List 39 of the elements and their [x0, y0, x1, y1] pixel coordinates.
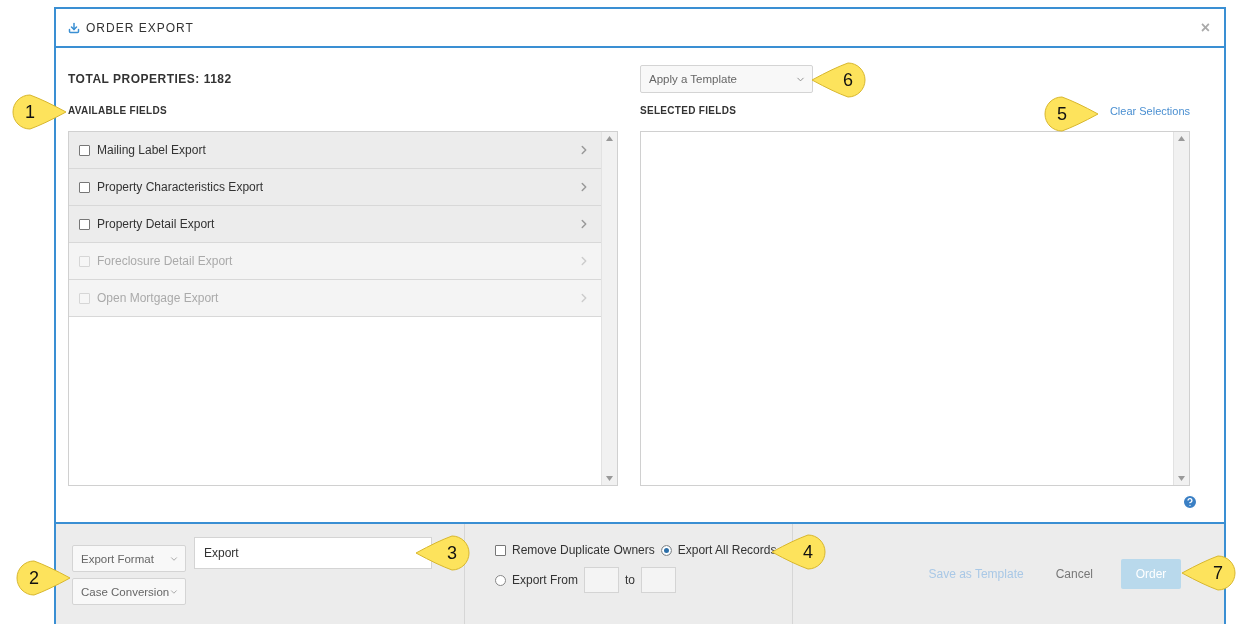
scroll-up-icon[interactable]	[1178, 136, 1185, 141]
callout-marker: 6	[812, 62, 866, 98]
range-start-field[interactable]	[584, 567, 619, 593]
checkbox[interactable]	[495, 544, 506, 556]
option-label: Export From	[512, 573, 578, 587]
field-row[interactable]: Property Characteristics Export	[69, 169, 601, 206]
callout-marker: 1	[12, 94, 66, 130]
scroll-down-icon[interactable]	[606, 476, 613, 481]
template-select[interactable]: Apply a Template	[640, 65, 813, 93]
cancel-button[interactable]: Cancel	[1051, 559, 1097, 589]
callout-marker: 7	[1182, 555, 1236, 591]
case-conversion-select[interactable]: Case Conversion	[72, 578, 186, 605]
available-fields-heading: AVAILABLE FIELDS	[68, 105, 167, 116]
callout-marker: 2	[16, 560, 70, 596]
scrollbar[interactable]	[601, 132, 617, 485]
scrollbar[interactable]	[1173, 132, 1189, 485]
export-format-select[interactable]: Export Format	[72, 545, 186, 572]
radio-button[interactable]	[660, 544, 672, 556]
radio-button[interactable]	[495, 574, 506, 586]
total-properties: TOTAL PROPERTIES: 1182	[68, 72, 233, 86]
field-row[interactable]: Property Detail Export	[69, 206, 601, 243]
export-name-field[interactable]: Export	[194, 537, 432, 569]
option-label: Remove Duplicate Owners	[512, 543, 655, 557]
checkbox[interactable]	[79, 181, 90, 193]
checkbox[interactable]	[79, 144, 90, 156]
field-row[interactable]: Mailing Label Export	[69, 132, 601, 169]
callout-marker: 3	[416, 535, 470, 571]
range-end-field[interactable]	[641, 567, 677, 593]
download-icon	[68, 21, 80, 34]
selected-fields-heading: SELECTED FIELDS	[640, 105, 737, 116]
dialog-title: ORDER EXPORT	[86, 20, 194, 35]
clear-selections-link[interactable]: Clear Selections	[1109, 104, 1190, 117]
option-label: Export All Records	[677, 543, 777, 557]
range-separator: to	[625, 573, 636, 587]
help-icon[interactable]	[1182, 494, 1198, 510]
scroll-up-icon[interactable]	[606, 136, 613, 141]
callout-marker: 5	[1044, 96, 1098, 132]
scroll-down-icon[interactable]	[1178, 476, 1185, 481]
checkbox[interactable]	[79, 218, 90, 230]
